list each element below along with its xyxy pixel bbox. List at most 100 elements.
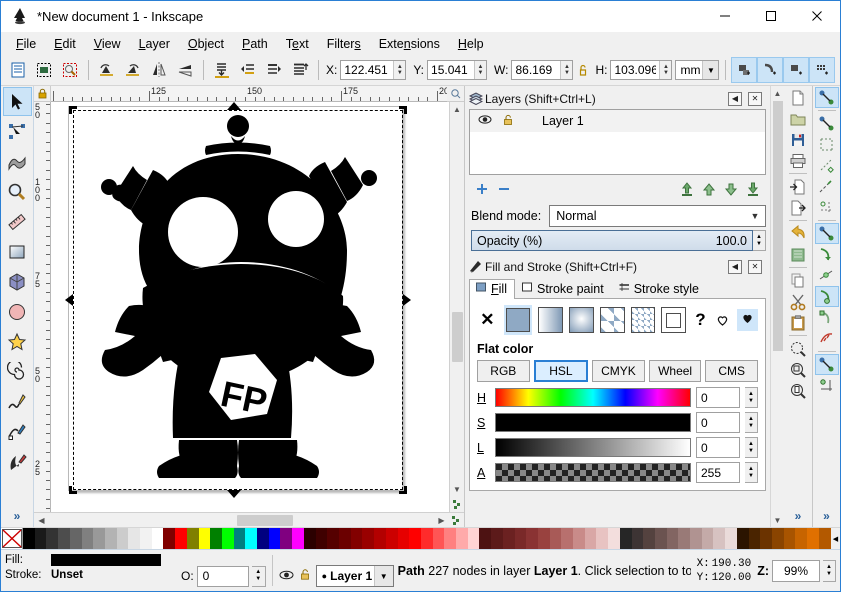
ellipse-tool[interactable]	[3, 297, 32, 326]
raise-to-top-icon[interactable]	[287, 57, 313, 83]
canvas-horizontal-scrollbar[interactable]: ◀ ▶	[34, 512, 464, 527]
palette-swatch[interactable]	[701, 528, 714, 549]
raise-icon[interactable]	[261, 57, 287, 83]
palette-swatch[interactable]	[596, 528, 609, 549]
h-spin-arrows[interactable]: ▲ ▼	[659, 61, 672, 79]
deselect-icon[interactable]	[57, 57, 83, 83]
dock-scroll-up-icon[interactable]: ▲	[771, 86, 785, 100]
palette-swatch[interactable]	[783, 528, 796, 549]
select-all-icon[interactable]	[5, 57, 31, 83]
x-input[interactable]	[341, 61, 394, 79]
alpha-value[interactable]: 255	[696, 462, 740, 483]
flip-horizontal-icon[interactable]	[146, 57, 172, 83]
no-color-icon[interactable]	[1, 528, 23, 549]
snap-midpoint-button[interactable]	[815, 328, 839, 349]
palette-swatch[interactable]	[81, 528, 94, 549]
palette-swatch[interactable]	[280, 528, 293, 549]
palette-swatch[interactable]	[537, 528, 550, 549]
ruler-unit-lock-icon[interactable]	[34, 86, 51, 102]
snap-path-button[interactable]	[815, 244, 839, 265]
rotate-ccw-icon[interactable]	[94, 57, 120, 83]
raise-layer-button[interactable]	[698, 178, 720, 200]
lightness-slider[interactable]	[495, 438, 691, 457]
palette-swatch[interactable]	[467, 528, 480, 549]
heart-filled-icon[interactable]	[737, 309, 759, 331]
palette-swatch[interactable]	[362, 528, 375, 549]
lower-to-bottom-button[interactable]	[742, 178, 764, 200]
export-icon[interactable]	[786, 197, 810, 218]
palette-swatch[interactable]	[444, 528, 457, 549]
palette-swatch[interactable]	[561, 528, 574, 549]
palette-swatch[interactable]	[315, 528, 328, 549]
palette-swatch[interactable]	[233, 528, 246, 549]
measure-tool[interactable]	[3, 207, 32, 236]
w-input[interactable]	[512, 61, 561, 79]
units-select[interactable]: mm ▼	[675, 60, 720, 80]
canvas-vertical-scrollbar[interactable]: ▲ ▼	[449, 102, 464, 512]
scroll-right-arrow-icon[interactable]: ▶	[434, 513, 449, 528]
tweak-tool[interactable]	[3, 147, 32, 176]
palette-swatch[interactable]	[807, 528, 819, 549]
mode-rgb-button[interactable]: RGB	[477, 360, 530, 382]
palette-swatch[interactable]	[456, 528, 468, 549]
palette-swatch[interactable]	[186, 528, 199, 549]
radial-gradient-button[interactable]	[569, 307, 594, 333]
tab-fill[interactable]: Fill	[469, 279, 515, 299]
lower-to-bottom-icon[interactable]	[209, 57, 235, 83]
open-folder-icon[interactable]	[786, 108, 810, 129]
pattern-icon[interactable]	[809, 57, 836, 83]
palette-swatches[interactable]	[23, 528, 831, 549]
layers-list[interactable]: Layer 1	[469, 109, 766, 175]
palette-swatch[interactable]	[549, 528, 562, 549]
tab-stroke-paint[interactable]: Stroke paint	[515, 279, 612, 299]
question-mark-icon[interactable]: ?	[692, 310, 709, 330]
snap-bbox-button[interactable]	[815, 113, 839, 134]
palette-swatch[interactable]	[245, 528, 258, 549]
h-spinbox[interactable]: ▲▼	[610, 60, 673, 80]
y-input[interactable]	[428, 61, 475, 79]
commands-overflow-button[interactable]: »	[795, 509, 802, 527]
palette-swatch[interactable]	[175, 528, 187, 549]
palette-swatch[interactable]	[502, 528, 515, 549]
swatch-button[interactable]	[630, 307, 656, 333]
calligraphy-tool[interactable]	[3, 447, 32, 476]
pencil-tool[interactable]	[3, 387, 32, 416]
current-layer-select[interactable]: ● Layer 1 ▼	[315, 565, 394, 587]
snap-overflow-button[interactable]: »	[823, 509, 830, 527]
palette-swatch[interactable]	[772, 528, 784, 549]
vertical-scroll-thumb[interactable]	[452, 312, 463, 362]
selector-tool[interactable]	[2, 87, 32, 116]
palette-swatch[interactable]	[584, 528, 597, 549]
fill-stroke-collapse-button[interactable]: ◀	[728, 259, 742, 274]
fill-stroke-close-button[interactable]: ✕	[748, 259, 762, 274]
palette-swatch[interactable]	[140, 528, 152, 549]
scroll-down-arrow-icon[interactable]: ▼	[450, 482, 465, 497]
remove-layer-button[interactable]	[493, 178, 515, 200]
unlock-icon[interactable]	[299, 568, 311, 584]
palette-swatch[interactable]	[526, 528, 538, 549]
no-paint-button[interactable]: ✕	[477, 307, 498, 333]
fill-swatch[interactable]	[51, 553, 161, 566]
palette-swatch[interactable]	[748, 528, 761, 549]
tab-stroke-style[interactable]: Stroke style	[612, 279, 707, 299]
hscroll-track[interactable]	[49, 513, 434, 527]
menu-path[interactable]: Path	[233, 34, 277, 54]
palette-swatch[interactable]	[725, 528, 737, 549]
palette-swatch[interactable]	[151, 528, 164, 549]
bezier-tool[interactable]	[3, 417, 32, 446]
unlock-icon[interactable]	[502, 114, 514, 129]
saturation-spin-arrows[interactable]: ▲ ▼	[745, 412, 758, 433]
alpha-slider[interactable]	[495, 463, 691, 482]
palette-swatch[interactable]	[643, 528, 655, 549]
select-all-in-all-layers-icon[interactable]	[31, 57, 57, 83]
palette-swatch[interactable]	[432, 528, 445, 549]
palette-swatch[interactable]	[818, 528, 831, 549]
layers-close-button[interactable]: ✕	[748, 91, 762, 106]
redo-arrow-icon[interactable]	[786, 244, 810, 265]
saturation-slider[interactable]	[495, 413, 691, 432]
vertical-ruler[interactable]: 50 100 75 50 25	[34, 102, 51, 512]
palette-swatch[interactable]	[163, 528, 176, 549]
canvas-style-icon[interactable]	[450, 497, 465, 512]
menu-file[interactable]: File	[7, 34, 45, 54]
object-to-path-icon[interactable]	[783, 57, 810, 83]
